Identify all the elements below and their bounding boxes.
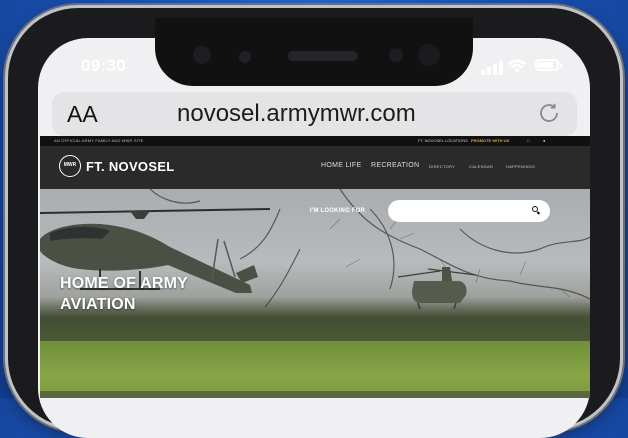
sensor [239,51,251,63]
phone-notch [155,18,473,86]
mwr-logo[interactable]: MWR [59,155,81,177]
website-viewport: AN OFFICIAL ARMY FAMILY AND MWR SITE FT.… [40,136,590,398]
headline-line-1: HOME OF ARMY [60,275,189,292]
battery-level [538,62,554,68]
locations-link[interactable]: FT. NOVOSEL LOCATIONS [418,138,468,143]
site-search-input[interactable] [388,200,550,222]
search-label: I'M LOOKING FOR [310,208,366,214]
front-camera [418,44,440,66]
nav-home-life[interactable]: HOME LIFE [321,162,361,169]
chinook-helicopter-image [398,267,477,310]
official-site-text: AN OFFICIAL ARMY FAMILY AND MWR SITE [54,138,144,143]
grass-field [40,341,590,398]
site-navbar: MWR FT. NOVOSEL HOME LIFE RECREATION DIR… [40,146,590,189]
site-brand[interactable]: FT. NOVOSEL [86,159,175,174]
status-time: 09:30 [81,56,126,75]
facebook-icon[interactable]: ● [543,138,545,143]
url-field[interactable]: novosel.armymwr.com [177,100,416,128]
earpiece-speaker [288,51,358,61]
nav-happenings[interactable]: HAPPENINGS [506,164,535,169]
sensor [389,48,403,62]
nav-recreation[interactable]: RECREATION [371,162,419,169]
nav-directory[interactable]: DIRECTORY [429,164,455,169]
road-strip [40,391,590,398]
account-icon[interactable]: □ [527,138,529,143]
hero-banner: I'M LOOKING FOR HOME OF ARMY AVIATION [40,189,590,398]
battery-icon [535,59,562,71]
hero-headline: HOME OF ARMY AVIATION [60,273,188,315]
camera-lens [193,46,211,64]
search-icon[interactable] [532,206,538,212]
nav-calendar[interactable]: CALENDAR [469,164,493,169]
text-size-button[interactable]: AA [67,101,98,128]
status-icons [481,57,571,75]
reload-icon[interactable] [536,100,562,126]
promote-link[interactable]: PROMOTE WITH US [471,138,509,143]
headline-line-2: AVIATION [60,296,136,313]
address-bar[interactable]: AA novosel.armymwr.com [52,92,577,136]
wifi-icon [507,59,527,73]
site-top-strip: AN OFFICIAL ARMY FAMILY AND MWR SITE FT.… [40,136,590,146]
logo-text: MWR [63,162,77,168]
